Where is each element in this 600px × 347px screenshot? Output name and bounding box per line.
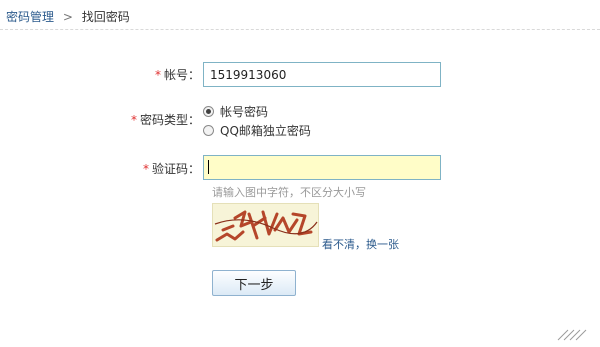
required-mark: * (154, 68, 161, 82)
corner-decoration-icon (557, 329, 587, 341)
breadcrumb-current: 找回密码 (81, 10, 130, 24)
breadcrumb: 密码管理 > 找回密码 (6, 9, 130, 25)
captcha-label: * 验证码： (0, 161, 200, 177)
captcha-hint: 请输入图中字符，不区分大小写 (212, 186, 366, 199)
captcha-glyphs-icon (214, 210, 318, 242)
required-mark: * (142, 162, 149, 176)
radio-account-password[interactable]: 帐号密码 (203, 103, 268, 119)
required-mark: * (130, 113, 137, 127)
captcha-input[interactable] (203, 155, 441, 180)
radio-account-password-circle[interactable] (203, 105, 214, 117)
breadcrumb-password-management-link[interactable]: 密码管理 (6, 10, 54, 24)
breadcrumb-separator: > (62, 10, 73, 24)
account-input[interactable] (203, 62, 441, 87)
refresh-captcha-link[interactable]: 看不清，换一张 (322, 236, 399, 252)
radio-account-password-label: 帐号密码 (220, 104, 269, 119)
account-label: * 帐号： (0, 67, 200, 83)
radio-qqmail-password-label: QQ邮箱独立密码 (220, 123, 311, 138)
account-label-text: 帐号： (163, 68, 200, 82)
captcha-label-text: 验证码： (151, 162, 200, 176)
next-step-button[interactable]: 下一步 (212, 270, 296, 296)
header-divider (0, 29, 600, 30)
radio-qqmail-password-circle[interactable] (203, 124, 214, 136)
radio-qqmail-password[interactable]: QQ邮箱独立密码 (203, 122, 311, 138)
password-type-label-text: 密码类型： (139, 113, 200, 127)
find-password-page: 密码管理 > 找回密码 *帐号： *密码类型： 帐号密码 QQ邮箱独立密码 *验… (0, 0, 600, 347)
text-caret (208, 160, 209, 174)
captcha-image[interactable] (212, 203, 319, 247)
password-type-label: * 密码类型： (0, 112, 200, 128)
